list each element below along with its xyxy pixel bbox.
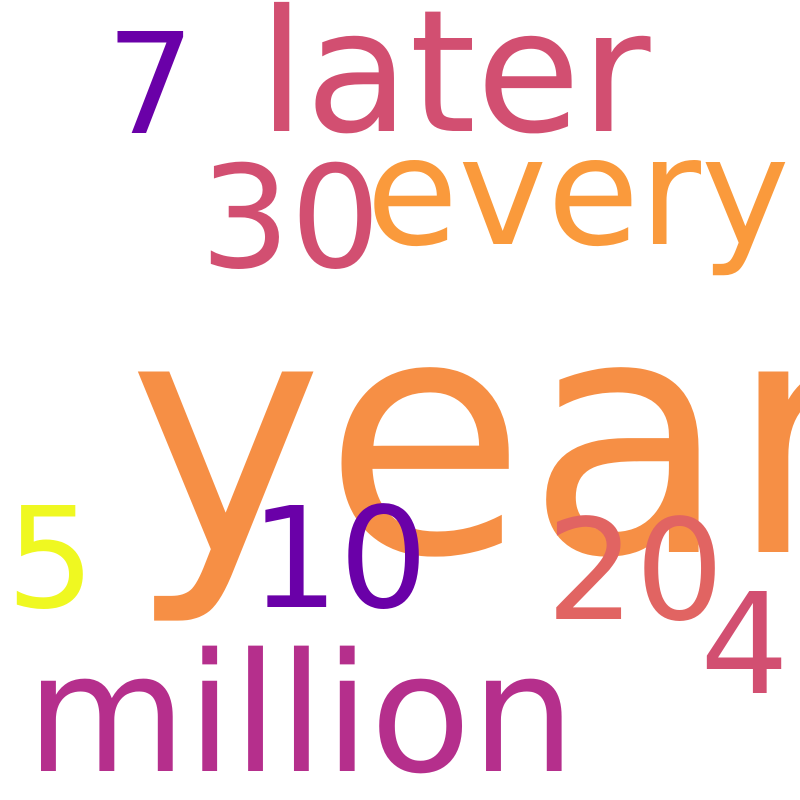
word-million: million bbox=[26, 618, 576, 800]
word-10: 10 bbox=[250, 478, 429, 641]
word-every: every bbox=[366, 106, 790, 280]
word-cloud: year later 7 every 30 5 10 20 4 million bbox=[0, 0, 800, 800]
word-5: 5 bbox=[6, 478, 96, 641]
word-30: 30 bbox=[200, 136, 381, 301]
word-7: 7 bbox=[106, 4, 196, 167]
word-4: 4 bbox=[700, 564, 790, 727]
